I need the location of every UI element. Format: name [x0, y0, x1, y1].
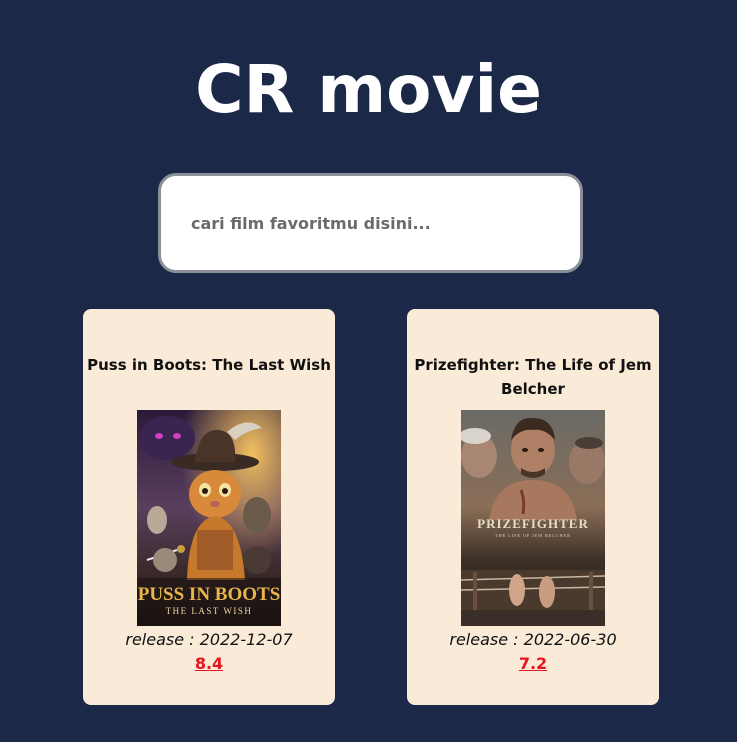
- rating-link[interactable]: 8.4: [195, 654, 223, 673]
- movie-title: Puss in Boots: The Last Wish: [87, 356, 331, 374]
- rating: 8.4: [83, 653, 335, 675]
- poster-image-puss-in-boots: PUSS IN BOOTS THE LAST WISH: [137, 410, 281, 626]
- search-box[interactable]: [158, 173, 583, 273]
- poster-title-text: PUSS IN BOOTS: [138, 584, 281, 605]
- movie-card[interactable]: Puss in Boots: The Last Wish PUSS IN BOO…: [83, 309, 335, 705]
- movie-poster[interactable]: PUSS IN BOOTS THE LAST WISH: [137, 410, 281, 626]
- search-input[interactable]: [161, 176, 580, 270]
- movie-card[interactable]: Prizefighter: The Life of Jem Belcher PR…: [407, 309, 659, 705]
- rating-link[interactable]: 7.2: [519, 654, 547, 673]
- movie-poster[interactable]: PRIZEFIGHTER THE LIFE OF JEM BELCHER: [461, 410, 605, 626]
- poster-image-prizefighter: PRIZEFIGHTER THE LIFE OF JEM BELCHER: [461, 410, 605, 626]
- poster-title-text: PRIZEFIGHTER: [477, 516, 589, 531]
- movie-title: Prizefighter: The Life of Jem Belcher: [414, 356, 652, 398]
- poster-subtitle-text: THE LIFE OF JEM BELCHER: [495, 533, 571, 538]
- release-date: release : 2022-06-30: [449, 630, 617, 649]
- rating: 7.2: [407, 653, 659, 675]
- app-title: CR movie: [195, 51, 542, 128]
- poster-subtitle-text: THE LAST WISH: [166, 606, 253, 616]
- release-date: release : 2022-12-07: [125, 630, 293, 649]
